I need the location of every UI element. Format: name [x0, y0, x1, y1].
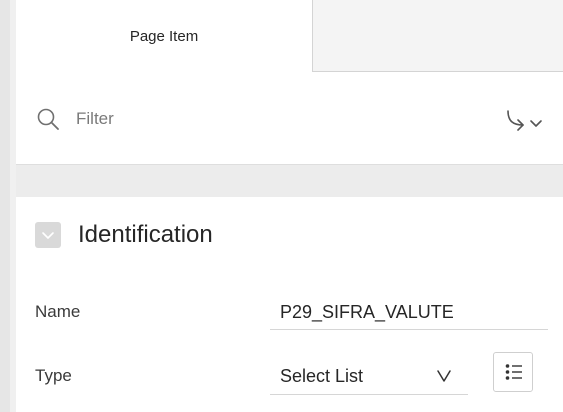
type-select-value: Select List — [280, 366, 364, 386]
type-label: Type — [35, 366, 72, 385]
property-editor: Page Item Identification Name P29_SIFRA_… — [0, 0, 563, 412]
tab-bar: Page Item — [16, 0, 563, 72]
tab-page-item-label: Page Item — [129, 27, 199, 45]
type-select[interactable]: Select List — [270, 357, 468, 395]
search-icon — [37, 108, 59, 130]
name-field[interactable]: P29_SIFRA_VALUTE — [270, 294, 548, 330]
chevron-down-icon[interactable] — [35, 222, 61, 248]
filter-input[interactable] — [68, 104, 464, 134]
section-title: Identification — [78, 221, 213, 248]
tab-empty[interactable] — [313, 0, 563, 72]
name-label: Name — [35, 302, 81, 321]
list-icon — [505, 364, 522, 380]
left-border — [0, 0, 10, 412]
chevron-down-icon — [437, 370, 451, 382]
group-separator-band — [16, 164, 563, 197]
list-of-values-button[interactable] — [493, 352, 533, 392]
go-to-group-icon[interactable] — [505, 107, 563, 133]
tab-page-item[interactable]: Page Item — [16, 0, 313, 72]
